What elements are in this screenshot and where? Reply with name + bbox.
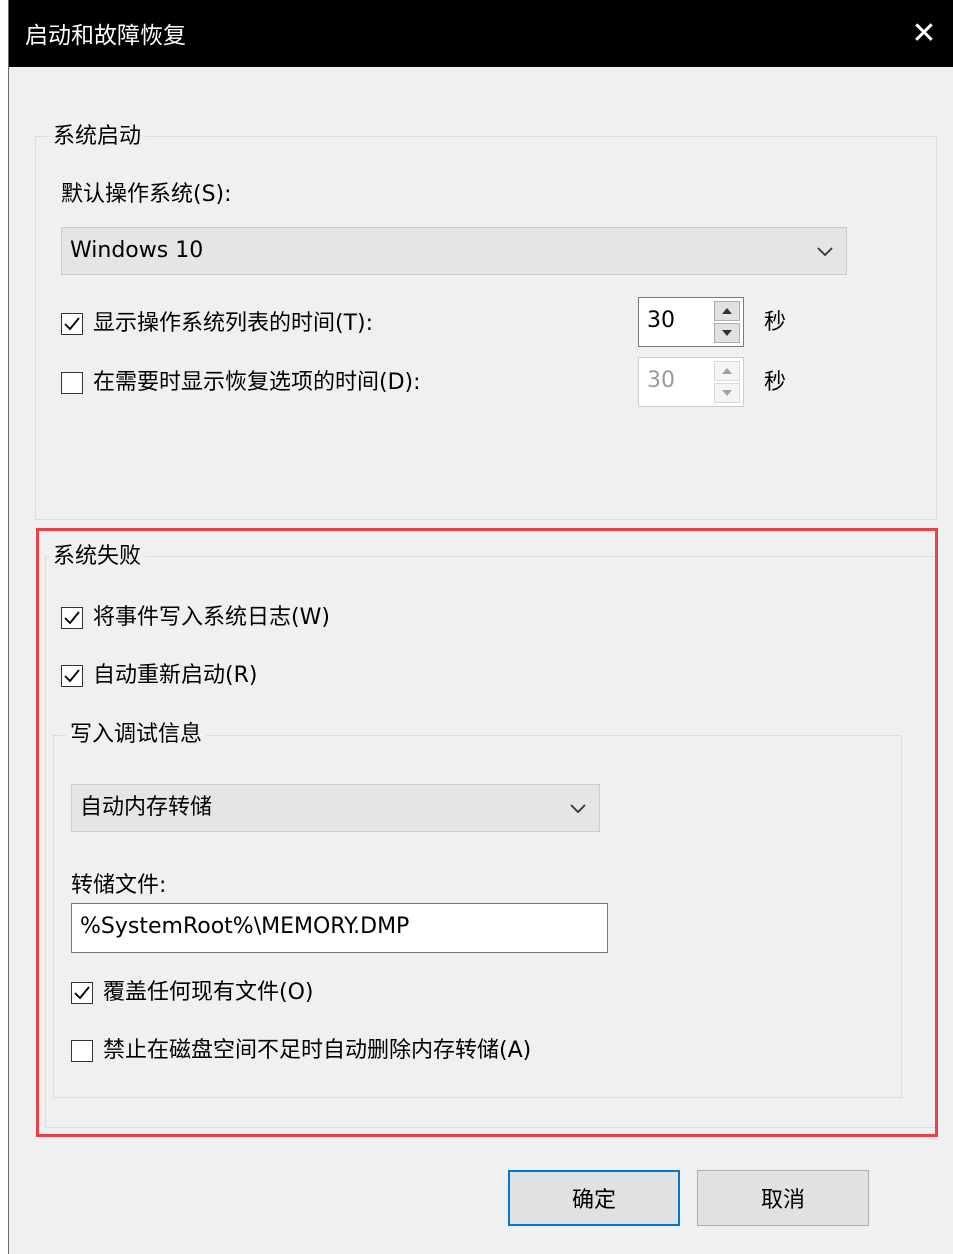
write-event-checkbox[interactable] [61,607,83,629]
checkmark-icon [64,611,80,625]
startup-group-label: 系统启动 [49,124,146,150]
show-os-list-label: 显示操作系统列表的时间(T): [93,311,374,336]
overwrite-checkbox[interactable] [71,982,93,1004]
dump-type-value: 自动内存转储 [80,795,213,820]
chevron-down-icon [817,247,833,257]
ok-button[interactable]: 确定 [508,1170,680,1226]
checkmark-icon [64,669,80,683]
triangle-up-icon [722,308,732,314]
title-bar: 启动和故障恢复 ✕ [9,0,953,67]
debug-info-group-label: 写入调试信息 [66,722,207,748]
triangle-up-icon [722,368,732,374]
show-recovery-label: 在需要时显示恢复选项的时间(D): [93,370,421,395]
dump-type-dropdown[interactable]: 自动内存转储 [71,784,600,832]
auto-restart-label: 自动重新启动(R) [93,663,258,688]
failure-group-label: 系统失败 [49,544,146,570]
auto-restart-checkbox[interactable] [61,665,83,687]
spin-up-button [714,361,740,381]
spin-down-button [714,383,740,403]
startup-recovery-dialog: 启动和故障恢复 ✕ 系统启动 默认操作系统(S): Windows 10 显示操… [8,0,953,1254]
default-os-dropdown[interactable]: Windows 10 [61,227,847,275]
show-recovery-time-value: 30 [647,368,675,393]
show-recovery-time-spinner: 30 [638,357,744,407]
chevron-down-icon [570,804,586,814]
default-os-label: 默认操作系统(S): [61,182,232,207]
show-os-list-checkbox[interactable] [61,313,83,335]
spin-up-button[interactable] [714,301,740,321]
close-icon: ✕ [911,16,937,51]
close-button[interactable]: ✕ [894,0,953,67]
default-os-value: Windows 10 [70,238,204,263]
show-os-list-time-value: 30 [647,308,675,333]
triangle-down-icon [722,390,732,396]
dump-file-input[interactable]: %SystemRoot%\MEMORY.DMP [71,903,608,953]
show-os-list-unit: 秒 [764,310,787,335]
cancel-button[interactable]: 取消 [697,1170,869,1226]
dialog-title: 启动和故障恢复 [25,23,186,49]
spin-down-button[interactable] [714,323,740,343]
dump-file-value: %SystemRoot%\MEMORY.DMP [80,914,410,939]
disable-autodelete-checkbox[interactable] [71,1040,93,1062]
checkmark-icon [64,317,80,331]
show-os-list-time-spinner[interactable]: 30 [638,297,744,347]
show-recovery-checkbox[interactable] [61,372,83,394]
write-event-label: 将事件写入系统日志(W) [93,605,330,630]
disable-autodelete-label: 禁止在磁盘空间不足时自动删除内存转储(A) [103,1038,532,1063]
overwrite-label: 覆盖任何现有文件(O) [103,980,314,1005]
show-recovery-unit: 秒 [764,370,787,395]
checkmark-icon [74,986,90,1000]
triangle-down-icon [722,330,732,336]
dump-file-label: 转储文件: [71,873,167,898]
